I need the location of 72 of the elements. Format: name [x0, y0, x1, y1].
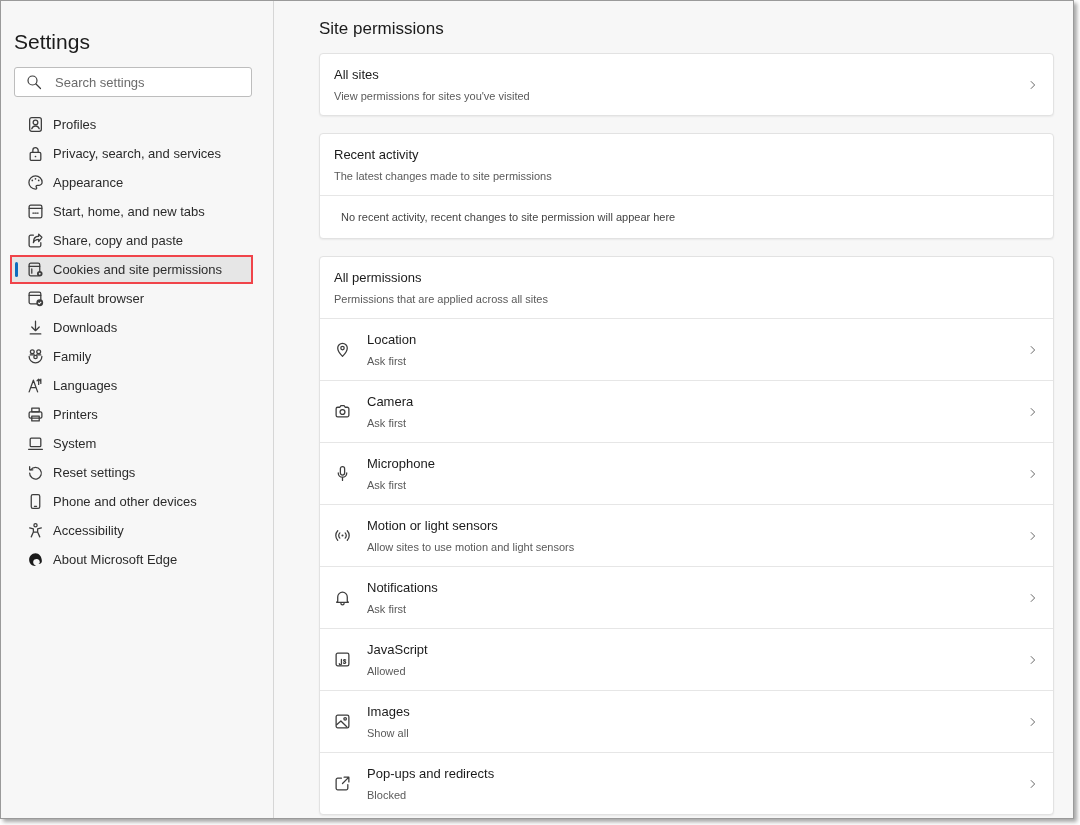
sidebar-item[interactable]: Accessibility	[10, 516, 253, 546]
accessibility-icon	[27, 522, 44, 540]
permission-name: Location	[367, 330, 417, 349]
person-icon	[27, 116, 44, 134]
permission-row[interactable]: Motion or light sensors Allow sites to use motion and light sensors	[320, 504, 1053, 567]
download-icon	[27, 319, 44, 337]
image-icon	[334, 713, 351, 731]
permission-value: Show all	[367, 726, 410, 742]
external-link-icon	[334, 775, 351, 793]
permission-name: Pop-ups and redirects	[367, 764, 495, 783]
sidebar-item[interactable]: Downloads	[10, 313, 253, 343]
sidebar-item[interactable]: Start, home, and new tabs	[10, 197, 253, 227]
palette-icon	[27, 174, 44, 192]
section-description: Permissions that are applied across all sites	[334, 292, 548, 308]
section-title: All permissions	[334, 268, 423, 287]
permission-row[interactable]: JavaScript Allowed	[320, 628, 1053, 691]
search-field[interactable]: Search settings	[14, 67, 252, 98]
logo-icon	[27, 551, 44, 569]
permission-name: Motion or light sensors	[367, 516, 499, 535]
sidebar-item[interactable]: Phone and other devices	[10, 487, 253, 517]
reset-icon	[27, 464, 44, 482]
permission-value: Ask first	[367, 354, 408, 370]
permission-name: Images	[367, 702, 410, 721]
family-icon	[27, 348, 44, 366]
permission-name: Camera	[367, 392, 414, 411]
permission-row[interactable]: Notifications Ask first	[320, 566, 1053, 629]
sidebar-item[interactable]: Appearance	[10, 168, 253, 198]
section-description: The latest changes made to site permissions	[334, 169, 552, 185]
language-icon	[27, 377, 44, 395]
page-title: Site permissions	[319, 19, 445, 40]
lock-icon	[27, 145, 44, 163]
selection-indicator	[15, 262, 18, 278]
sidebar-item[interactable]: About Microsoft Edge	[10, 545, 253, 575]
section-description: View permissions for sites you've visited	[334, 89, 530, 105]
permission-value: Blocked	[367, 788, 408, 804]
permission-value: Ask first	[367, 602, 408, 618]
permission-value: Ask first	[367, 416, 408, 432]
permission-name: Microphone	[367, 454, 435, 473]
sidebar-item[interactable]: Reset settings	[10, 458, 253, 488]
sidebar-item[interactable]: Share, copy and paste	[10, 226, 253, 256]
window-icon	[27, 203, 44, 221]
location-pin-icon	[334, 341, 351, 359]
sidebar-item[interactable]: Default browser	[10, 284, 253, 314]
permission-row[interactable]: Images Show all	[320, 690, 1053, 753]
printer-icon	[27, 406, 44, 424]
sidebar-item[interactable]: Profiles	[10, 110, 253, 140]
script-icon	[334, 651, 351, 669]
sidebar-item[interactable]: Privacy, search, and services	[10, 139, 253, 169]
sidebar-item[interactable]: System	[10, 429, 253, 459]
browser-check-icon	[27, 290, 44, 308]
permission-value: Ask first	[367, 478, 408, 494]
bell-icon	[334, 589, 351, 607]
section-title: All sites	[334, 65, 380, 84]
permission-name: Notifications	[367, 578, 438, 597]
sidebar-item[interactable]: Family	[10, 342, 253, 372]
sidebar-item[interactable]: Cookies and site permissions	[10, 255, 253, 285]
laptop-icon	[27, 435, 44, 453]
permission-value: Allowed	[367, 664, 407, 680]
permission-row[interactable]: Microphone Ask first	[320, 442, 1053, 505]
share-icon	[27, 232, 44, 250]
sidebar-item[interactable]: Printers	[10, 400, 253, 430]
permission-row[interactable]: Camera Ask first	[320, 380, 1053, 443]
all-sites-link[interactable]: All sites View permissions for sites you've visited	[320, 54, 1053, 116]
permission-value: Allow sites to use motion and light sensors	[367, 540, 575, 556]
permission-row[interactable]: Pop-ups and redirects Blocked	[320, 752, 1053, 815]
empty-message: No recent activity, recent changes to site permission will appear here	[320, 195, 1053, 239]
cookie-settings-icon	[27, 261, 44, 279]
settings-title: Settings	[14, 29, 91, 55]
section-title: Recent activity	[334, 145, 420, 164]
sidebar-item[interactable]: Languages	[10, 371, 253, 401]
permission-row[interactable]: Location Ask first	[320, 318, 1053, 381]
permission-name: JavaScript	[367, 640, 428, 659]
